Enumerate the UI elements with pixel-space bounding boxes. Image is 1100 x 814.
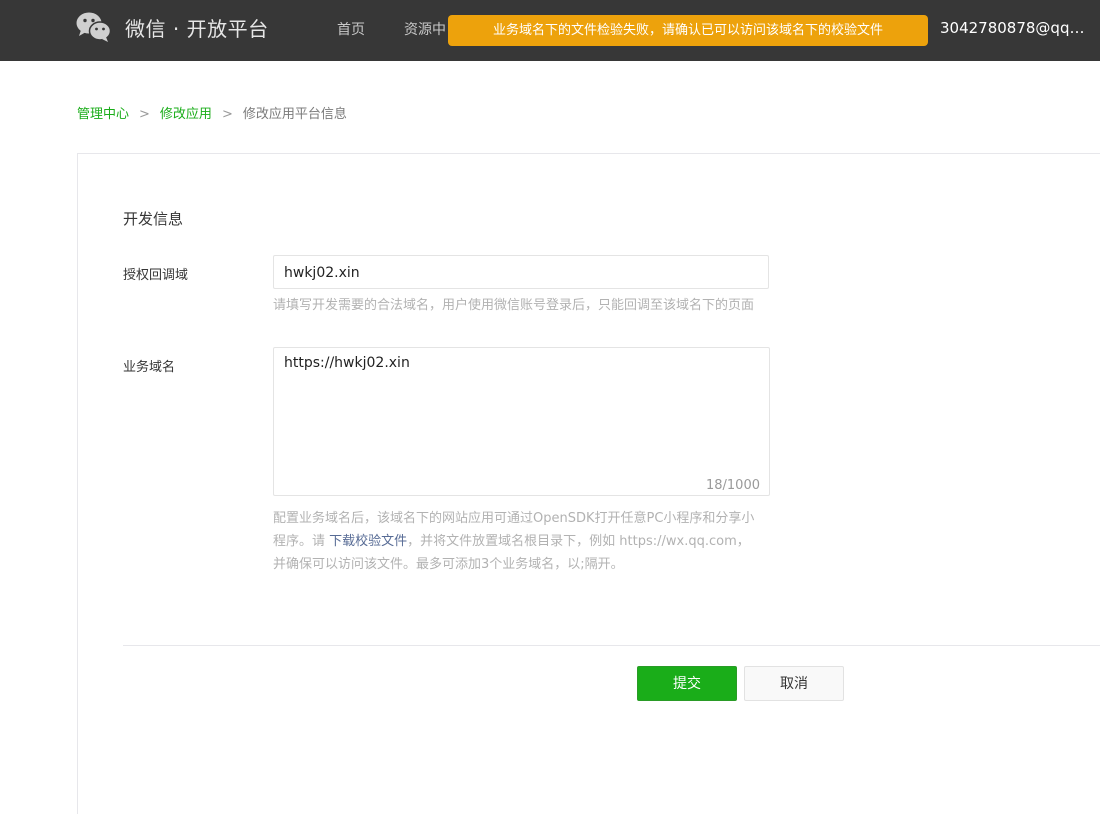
hint-suffix: ，并将文件放置域名根目录下，例如 https://wx.qq.com，: [407, 534, 750, 549]
submit-button[interactable]: 提交: [637, 666, 737, 701]
top-bar: 微信 · 开放平台 首页 资源中 业务域名下的文件检验失败，请确认已可以访问该域…: [0, 0, 1100, 61]
char-counter: 18/1000: [705, 478, 760, 493]
section-title: 开发信息: [123, 210, 184, 228]
biz-domain-hint: 配置业务域名后，该域名下的网站应用可通过OpenSDK打开任意PC小程序和分享小…: [273, 507, 803, 576]
nav-home[interactable]: 首页: [337, 19, 365, 39]
auth-domain-input[interactable]: hwkj02.xin: [273, 255, 769, 289]
divider: [123, 645, 1100, 646]
nav-resources[interactable]: 资源中: [404, 19, 446, 39]
breadcrumb-current: 修改应用平台信息: [242, 107, 347, 122]
breadcrumb-separator: >: [221, 107, 233, 122]
hint-prefix: 程序。请: [273, 534, 330, 549]
breadcrumb-admin-center[interactable]: 管理中心: [77, 107, 129, 122]
breadcrumb: 管理中心 > 修改应用 > 修改应用平台信息: [77, 103, 347, 122]
download-verify-file-link[interactable]: 下载校验文件: [329, 534, 407, 549]
wechat-logo-icon[interactable]: [76, 11, 112, 43]
breadcrumb-separator: >: [139, 107, 150, 122]
breadcrumb-edit-app[interactable]: 修改应用: [160, 107, 212, 122]
brand-title[interactable]: 微信 · 开放平台: [125, 13, 269, 42]
biz-domain-hint-line3: 并确保可以访问该文件。最多可添加3个业务域名，以;隔开。: [273, 557, 624, 572]
biz-domain-label: 业务域名: [123, 360, 176, 375]
account-name[interactable]: 3042780878@qq.c...: [940, 19, 1085, 37]
cancel-button[interactable]: 取消: [744, 666, 844, 701]
biz-domain-textarea[interactable]: https://hwkj02.xin 18/1000: [273, 347, 770, 496]
biz-domain-hint-line2: 程序。请 下载校验文件，并将文件放置域名根目录下，例如 https://wx.q…: [273, 530, 803, 553]
biz-domain-value: https://hwkj02.xin: [284, 355, 410, 371]
auth-domain-hint: 请填写开发需要的合法域名，用户使用微信账号登录后，只能回调至该域名下的页面: [273, 298, 755, 313]
error-toast: 业务域名下的文件检验失败，请确认已可以访问该域名下的校验文件: [448, 15, 928, 46]
auth-domain-label: 授权回调域: [123, 268, 189, 283]
biz-domain-hint-line1: 配置业务域名后，该域名下的网站应用可通过OpenSDK打开任意PC小程序和分享小: [273, 511, 755, 526]
